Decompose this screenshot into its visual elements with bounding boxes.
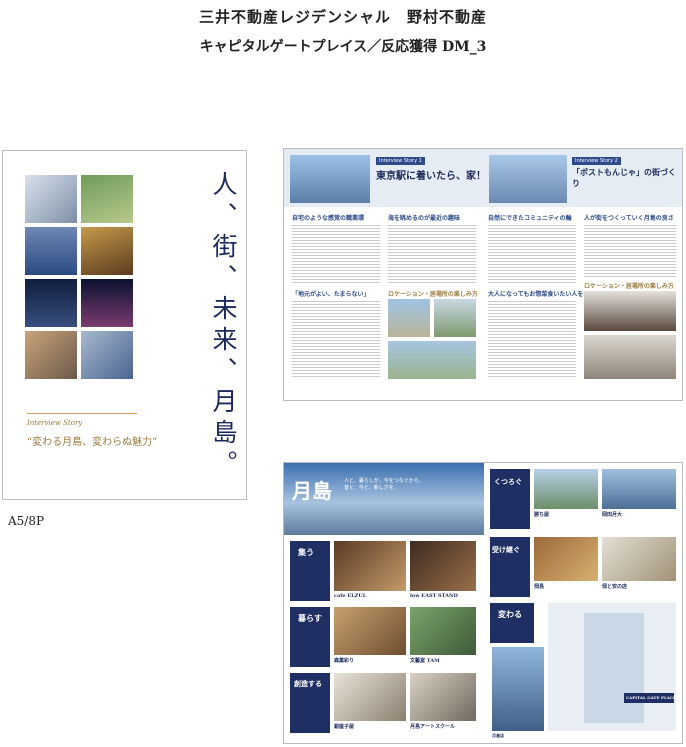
tsukudani-photo	[602, 537, 676, 581]
story-headline-right: 「ポストもんじゃ」の街づくり	[572, 167, 676, 188]
photo-caption-a: ロケーション・居場所の楽しみ方	[388, 291, 478, 298]
label-gather: 集う	[298, 547, 314, 557]
cover-photo-tower	[81, 331, 133, 379]
school-photo	[410, 673, 476, 721]
story-tag-right: Interview Story 2	[572, 157, 621, 165]
caption-store: 文藝室 TAM	[410, 658, 440, 664]
story-headline-left: 東京駅に着いたら、家！	[376, 171, 486, 182]
caption-shop: 森菓彩り	[334, 658, 355, 664]
label-live: 暮らす	[298, 613, 322, 623]
body-text-d	[488, 223, 576, 283]
cover-photo-buildings	[25, 175, 77, 223]
cover-photo-river	[25, 227, 77, 275]
body-text-c	[388, 223, 476, 283]
area-guide-spread: 月島 人と、暮らしが、今をつなぐから。昔と、今と、新しさを。 集う cafe E…	[283, 462, 683, 744]
cover-divider	[27, 413, 137, 414]
body-text-b	[292, 299, 380, 379]
document-subtitle: キャピタルゲートプレイス／反応獲得 DM_3	[199, 39, 487, 55]
spread-photo-d	[584, 291, 676, 331]
label-change: 変わる	[498, 609, 522, 619]
label-relax: くつろぐ	[494, 477, 522, 486]
section-heading-b: 「地元がよい、たまらない」	[292, 291, 370, 298]
section-heading-f: 人が街をつくっていく月島の良さ	[584, 215, 674, 222]
guide-lead: 人と、暮らしが、今をつなぐから。昔と、今と、新しさを。	[344, 478, 424, 491]
store-photo	[410, 607, 476, 655]
tower-caption: 月島店	[492, 733, 504, 738]
interview-photo-right	[489, 155, 567, 203]
section-heading-a: 自宅のような感覚の職業環	[292, 215, 365, 222]
park-photo	[534, 469, 598, 509]
cover-photo-festival	[81, 227, 133, 275]
document-title: 三井不動産レジデンシャル 野村不動産	[198, 8, 487, 26]
stand-photo	[410, 541, 476, 591]
cover-photo-fireworks	[81, 279, 133, 327]
body-text-f	[584, 223, 676, 277]
cover-photo-trees	[81, 175, 133, 223]
photo-caption-b: ロケーション・居場所の楽しみ方	[584, 283, 674, 290]
studio-photo	[334, 673, 406, 721]
cover-photo-night-bridge	[25, 279, 77, 327]
body-text-g	[488, 299, 576, 379]
cover-story-label: Interview Story	[27, 419, 83, 427]
cover-tagline: “変わる月島、変わらぬ魅力”	[27, 437, 158, 448]
caption-stand: low EAST STAND	[410, 593, 458, 599]
brochure-cover: 人、街、未来、月島。 Interview Story “変わる月島、変わらぬ魅力…	[2, 150, 247, 500]
body-text-a	[292, 223, 380, 283]
format-label: A5/8P	[8, 514, 45, 528]
story-tag-left: Interview Story 1	[376, 157, 425, 165]
spread-photo-a	[388, 299, 430, 337]
guide-title: 月島	[292, 479, 332, 503]
caption-cafe: cafe ELZUL	[334, 593, 367, 599]
caption-shrine: 佃島	[534, 584, 545, 590]
caption-studio: 銀座子屋	[334, 724, 355, 730]
caption-tsukudani: 佃と安の店	[602, 584, 628, 590]
map-pin-label: CAPITAL GATE PLACE	[626, 695, 677, 700]
river-photo	[602, 469, 676, 509]
cover-photo-shops	[25, 331, 77, 379]
caption-park: 勝ち屋	[534, 512, 550, 518]
section-heading-d: 自然にできたコミュニティの輪	[488, 215, 572, 222]
interview-spread: Interview Story 1 東京駅に着いたら、家！ Interview …	[283, 148, 683, 401]
map-water	[584, 613, 644, 723]
spread-photo-b	[434, 299, 476, 337]
shop-photo	[334, 607, 406, 655]
spread-photo-e	[584, 335, 676, 379]
shrine-photo	[534, 537, 598, 581]
tower-photo	[492, 647, 544, 731]
cafe-photo	[334, 541, 406, 591]
section-heading-c: 海を眺めるのが最近の趣味	[388, 215, 461, 222]
label-inherit: 受け継ぐ	[492, 545, 520, 554]
cover-vertical-title: 人、街、未来、月島。	[209, 171, 238, 481]
label-create: 創造する	[294, 679, 322, 688]
caption-school: 月島アートスクール	[410, 724, 456, 730]
caption-river: 岡田月大	[602, 512, 623, 518]
section-heading-g: 大人になってもお惣菜食いたい人を	[488, 291, 584, 298]
spread-photo-c	[388, 341, 476, 379]
interview-photo-left	[290, 155, 370, 203]
